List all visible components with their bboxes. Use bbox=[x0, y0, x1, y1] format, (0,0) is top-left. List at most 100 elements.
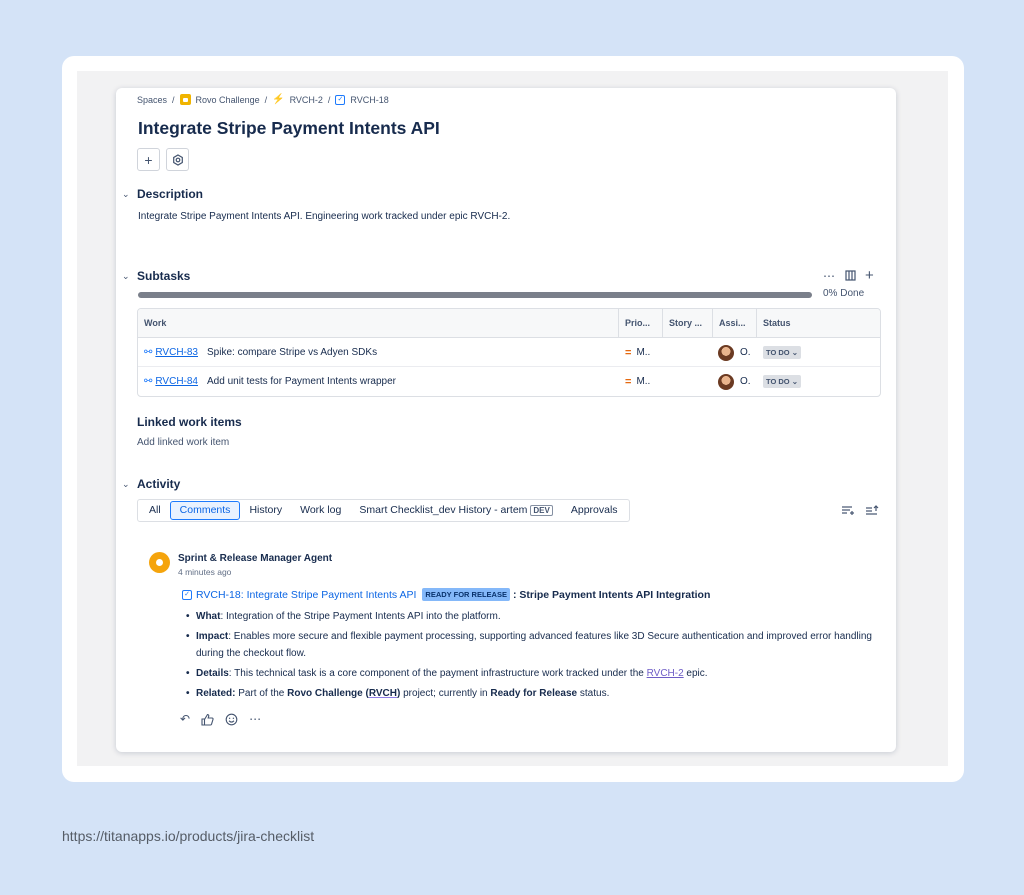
bullet-text: : This technical task is a core componen… bbox=[228, 668, 647, 679]
bullet-text: project; currently in bbox=[400, 688, 491, 699]
add-subtask-icon[interactable]: + bbox=[865, 267, 874, 284]
work-cell: ⚯ RVCH-84 Add unit tests for Payment Int… bbox=[144, 367, 396, 396]
list-item: Impact: Enables more secure and flexible… bbox=[184, 628, 874, 662]
column-header-status[interactable]: Status bbox=[757, 309, 880, 338]
description-heading: Description bbox=[137, 187, 204, 201]
list-item: Details: This technical task is a core c… bbox=[184, 665, 874, 682]
subtask-summary[interactable]: Spike: compare Stripe vs Adyen SDKs bbox=[207, 347, 377, 358]
activity-heading: Activity bbox=[137, 477, 181, 491]
columns-icon[interactable] bbox=[845, 270, 856, 281]
work-cell: ⚯ RVCH-83 Spike: compare Stripe vs Adyen… bbox=[144, 338, 377, 367]
issue-smart-link[interactable]: RVCH-18: Integrate Stripe Payment Intent… bbox=[196, 589, 416, 601]
apps-button[interactable] bbox=[166, 148, 189, 171]
tab-history[interactable]: History bbox=[240, 501, 291, 520]
breadcrumb-separator: / bbox=[327, 94, 331, 105]
filter-icon[interactable] bbox=[841, 505, 855, 517]
column-header-priority[interactable]: Prio... bbox=[619, 309, 663, 338]
more-icon[interactable]: ⋯ bbox=[823, 269, 835, 283]
more-icon[interactable]: ⋯ bbox=[249, 712, 261, 726]
task-checkbox-icon: ✓ bbox=[182, 589, 192, 600]
footer-url: https://titanapps.io/products/jira-check… bbox=[62, 828, 315, 844]
description-collapse-icon[interactable]: ⌄ bbox=[122, 189, 130, 200]
bullet-bold: RVCH bbox=[368, 688, 397, 699]
breadcrumb-separator: / bbox=[264, 94, 268, 105]
breadcrumb-spaces[interactable]: Spaces bbox=[137, 95, 167, 105]
tab-approvals[interactable]: Approvals bbox=[562, 501, 627, 520]
avatar bbox=[718, 344, 734, 361]
tab-smart-checklist-history[interactable]: Smart Checklist_dev History - artem DEV bbox=[350, 501, 562, 520]
status-cell[interactable]: TO DO ⌄ bbox=[763, 367, 802, 396]
chevron-down-icon: ⌄ bbox=[791, 348, 799, 357]
tab-all[interactable]: All bbox=[140, 501, 170, 520]
breadcrumb-project[interactable]: Rovo Challenge bbox=[196, 95, 260, 105]
priority-cell[interactable]: = M.. bbox=[625, 367, 650, 396]
bullet-label: Related: bbox=[196, 688, 236, 699]
reply-icon[interactable]: ↶ bbox=[180, 712, 190, 726]
table-row[interactable]: ⚯ RVCH-84 Add unit tests for Payment Int… bbox=[138, 367, 880, 396]
description-text[interactable]: Integrate Stripe Payment Intents API. En… bbox=[138, 211, 510, 222]
subtask-key-link[interactable]: RVCH-84 bbox=[155, 376, 198, 387]
subtasks-heading: Subtasks bbox=[137, 269, 191, 283]
breadcrumb-epic[interactable]: RVCH-2 bbox=[290, 95, 323, 105]
assignee-cell[interactable]: O. bbox=[718, 367, 751, 396]
tab-comments[interactable]: Comments bbox=[169, 501, 241, 520]
bullet-label: Impact bbox=[196, 631, 229, 642]
status-badge: READY FOR RELEASE bbox=[422, 588, 510, 601]
list-item: What: Integration of the Stripe Payment … bbox=[184, 608, 874, 625]
epic-link[interactable]: RVCH-2 bbox=[647, 668, 684, 679]
subtask-summary[interactable]: Add unit tests for Payment Intents wrapp… bbox=[207, 376, 396, 387]
column-header-assignee[interactable]: Assi... bbox=[713, 309, 757, 338]
priority-medium-icon: = bbox=[625, 375, 632, 388]
column-header-work[interactable]: Work bbox=[138, 309, 619, 338]
subtasks-table: Work Prio... Story ... Assi... Status ⚯ … bbox=[137, 308, 881, 397]
subtask-icon: ⚯ bbox=[144, 347, 153, 358]
avatar bbox=[718, 373, 734, 390]
priority-cell[interactable]: = M.. bbox=[625, 338, 650, 367]
bullet-text: status. bbox=[577, 688, 610, 699]
breadcrumb: Spaces / Rovo Challenge / ⚡ RVCH-2 / ✓ R… bbox=[137, 94, 389, 105]
table-row[interactable]: ⚯ RVCH-83 Spike: compare Stripe vs Adyen… bbox=[138, 338, 880, 367]
priority-value: M.. bbox=[636, 376, 651, 387]
comment-timestamp[interactable]: 4 minutes ago bbox=[178, 567, 231, 577]
add-linked-work-item-button[interactable]: Add linked work item bbox=[137, 437, 229, 448]
priority-medium-icon: = bbox=[625, 346, 632, 359]
linked-heading: Linked work items bbox=[137, 415, 242, 429]
emoji-icon[interactable] bbox=[225, 713, 238, 726]
column-header-story[interactable]: Story ... bbox=[663, 309, 713, 338]
bullet-text: : Enables more secure and flexible payme… bbox=[196, 631, 872, 659]
table-header: Work Prio... Story ... Assi... Status bbox=[138, 309, 880, 338]
bullet-bold: Rovo Challenge ( bbox=[287, 688, 369, 699]
subtasks-collapse-icon[interactable]: ⌄ bbox=[122, 271, 130, 282]
chevron-down-icon: ⌄ bbox=[791, 377, 799, 386]
page-title[interactable]: Integrate Stripe Payment Intents API bbox=[138, 118, 440, 139]
comment-author[interactable]: Sprint & Release Manager Agent bbox=[178, 553, 332, 564]
priority-value: M.. bbox=[636, 347, 651, 358]
thumbs-up-icon[interactable] bbox=[201, 713, 214, 726]
activity-tabs: All Comments History Work log Smart Chec… bbox=[137, 499, 630, 522]
comment-actions: ↶ ⋯ bbox=[180, 712, 261, 726]
settings-icon bbox=[172, 153, 183, 166]
bullet-bold: Ready for Release bbox=[490, 688, 578, 699]
assignee-cell[interactable]: O. bbox=[718, 338, 751, 367]
bullet-text: Part of the bbox=[235, 688, 288, 699]
list-item: Related: Part of the Rovo Challenge (RVC… bbox=[184, 685, 874, 702]
tab-work-log[interactable]: Work log bbox=[291, 501, 350, 520]
breadcrumb-separator: / bbox=[172, 94, 175, 105]
task-checkbox-icon: ✓ bbox=[335, 94, 346, 105]
issue-card: Spaces / Rovo Challenge / ⚡ RVCH-2 / ✓ R… bbox=[116, 88, 896, 752]
bullet-text: : Integration of the Stripe Payment Inte… bbox=[220, 611, 501, 622]
sort-icon[interactable] bbox=[865, 505, 879, 517]
bullet-text: epic. bbox=[683, 668, 708, 679]
breadcrumb-issue[interactable]: RVCH-18 bbox=[350, 95, 388, 105]
bullet-label: Details bbox=[196, 668, 229, 679]
status-badge[interactable]: TO DO ⌄ bbox=[763, 346, 802, 359]
activity-collapse-icon[interactable]: ⌄ bbox=[122, 479, 130, 490]
subtasks-progress-bar bbox=[138, 292, 812, 298]
status-cell[interactable]: TO DO ⌄ bbox=[763, 338, 802, 367]
add-button[interactable]: + bbox=[137, 148, 160, 171]
status-badge[interactable]: TO DO ⌄ bbox=[763, 375, 802, 388]
subtask-icon: ⚯ bbox=[144, 376, 153, 387]
subtask-key-link[interactable]: RVCH-83 bbox=[155, 347, 198, 358]
subtasks-progress-label: 0% Done bbox=[823, 288, 865, 299]
agent-avatar[interactable] bbox=[149, 552, 170, 573]
